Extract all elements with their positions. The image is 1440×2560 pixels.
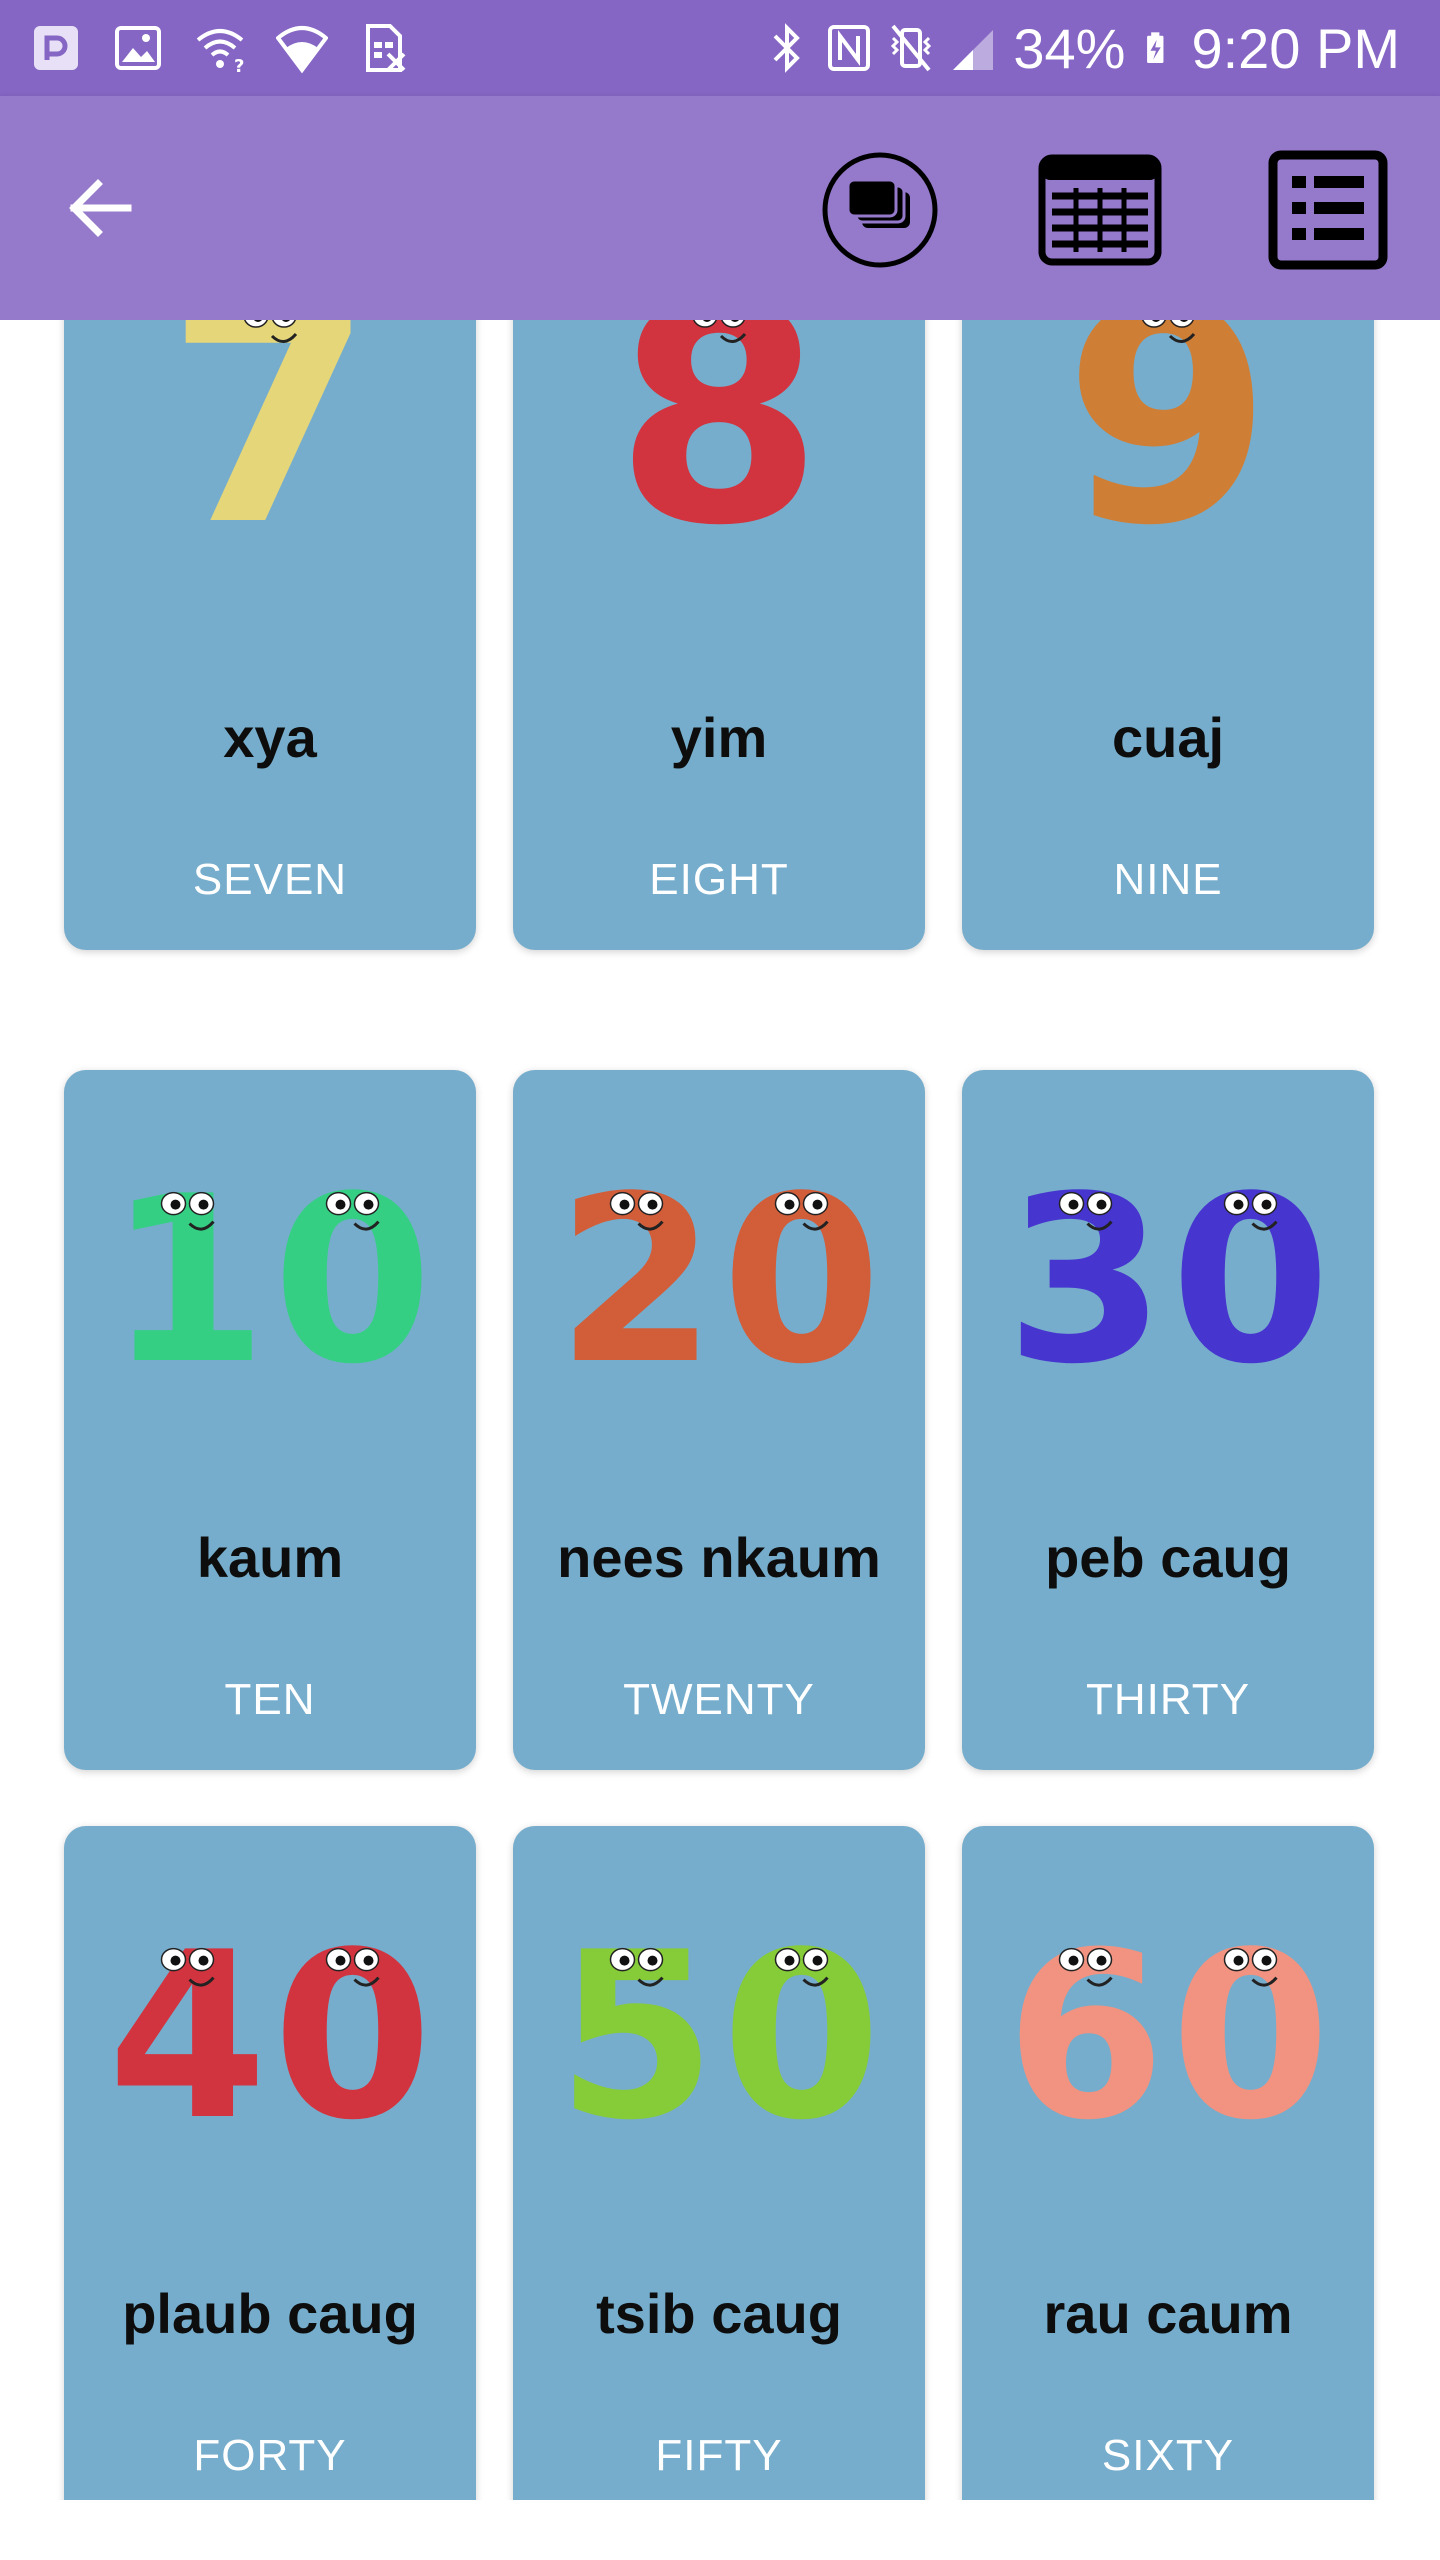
- number-illustration: 20: [556, 1148, 881, 1410]
- clock: 9:20 PM: [1191, 16, 1400, 80]
- english-word: NINE: [1113, 855, 1223, 904]
- english-word: EIGHT: [649, 855, 789, 904]
- battery-percentage: 34%: [1013, 16, 1126, 80]
- numeral-digit: 5: [556, 1904, 716, 2166]
- hmong-word: yim: [670, 706, 768, 769]
- numeral-digit: 3: [1005, 1148, 1165, 1410]
- number-illustration: 30: [1005, 1148, 1330, 1410]
- numeral-digit: 9: [1064, 320, 1273, 590]
- number-illustration: 9: [1064, 320, 1273, 590]
- number-card[interactable]: 9 cuaj NINE: [962, 320, 1374, 950]
- numeral-digit: 0: [272, 1904, 432, 2166]
- vibrate-mute-icon: [891, 24, 932, 72]
- english-word: TWENTY: [623, 1675, 815, 1724]
- battery-charging-icon: [1147, 32, 1164, 63]
- english-word: TEN: [224, 1675, 316, 1724]
- hmong-word: xya: [223, 706, 317, 769]
- hmong-word: nees nkaum: [557, 1526, 881, 1589]
- number-card[interactable]: 4 0 plaub caug FORTY: [64, 1826, 476, 2500]
- number-card[interactable]: 5 0 tsib caug FIFTY: [513, 1826, 925, 2500]
- grid-table-icon: [1038, 154, 1162, 266]
- numeral-digit: 0: [1170, 1148, 1330, 1410]
- hmong-word: tsib caug: [596, 2282, 842, 2345]
- english-word: FIFTY: [655, 2431, 783, 2480]
- back-arrow-icon: [69, 179, 132, 237]
- numeral-digit: 0: [721, 1904, 881, 2166]
- svg-text:?: ?: [234, 56, 244, 74]
- list-icon: [1268, 150, 1388, 270]
- hmong-word: plaub caug: [122, 2282, 418, 2345]
- bluetooth-icon: [773, 23, 801, 73]
- numeral-digit: 0: [272, 1148, 432, 1410]
- back-button[interactable]: [48, 156, 152, 260]
- notification-app-icon: [34, 26, 78, 70]
- numeral-digit: 7: [166, 320, 375, 590]
- numeral-digit: 6: [1005, 1904, 1165, 2166]
- english-word: SEVEN: [192, 855, 348, 904]
- hmong-word: peb caug: [1045, 1526, 1291, 1589]
- app-bar: [0, 96, 1440, 320]
- numeral-digit: 0: [1170, 1904, 1330, 2166]
- nfc-icon: [828, 25, 871, 71]
- number-card[interactable]: 2 0 nees nkaum TWENTY: [513, 1070, 925, 1770]
- number-illustration: 40: [107, 1904, 432, 2166]
- numeral-digit: 1: [107, 1148, 267, 1410]
- number-card[interactable]: 6 0 rau caum SIXTY: [962, 1826, 1374, 2500]
- numeral-digit: 0: [721, 1148, 881, 1410]
- cards-grid: 7 xya SEVEN 8 yim EIGHT 9 cuaj NINE 1 0 kaum TEN 2 0 ne…: [0, 320, 1440, 2500]
- hmong-word: cuaj: [1111, 706, 1225, 769]
- hmong-word: kaum: [196, 1526, 344, 1589]
- numeral-digit: 2: [556, 1148, 716, 1410]
- number-illustration: 7: [166, 320, 375, 590]
- english-word: FORTY: [193, 2431, 347, 2480]
- status-right-icons: 34% 9:20 PM: [765, 10, 1400, 86]
- english-word: SIXTY: [1101, 2431, 1235, 2480]
- hmong-word: rau caum: [1043, 2282, 1293, 2345]
- english-word: THIRTY: [1085, 1675, 1251, 1724]
- number-card[interactable]: 3 0 peb caug THIRTY: [962, 1070, 1374, 1770]
- grid-view-button[interactable]: [1038, 148, 1162, 272]
- number-illustration: 8: [615, 320, 824, 590]
- sim-off-icon: [366, 24, 406, 72]
- number-card[interactable]: 1 0 kaum TEN: [64, 1070, 476, 1770]
- numeral-digit: 8: [615, 320, 824, 590]
- number-card[interactable]: 8 yim EIGHT: [513, 320, 925, 950]
- cards-stack-icon: [822, 152, 938, 268]
- number-card[interactable]: 7 xya SEVEN: [64, 320, 476, 950]
- flashcards-view-button[interactable]: [818, 148, 942, 272]
- signal-icon: [953, 30, 994, 70]
- status-left-icons: ?: [30, 22, 410, 74]
- number-illustration: 50: [556, 1904, 881, 2166]
- wifi-question-icon: ?: [196, 29, 244, 74]
- numeral-digit: 4: [107, 1904, 267, 2166]
- number-illustration: 60: [1005, 1904, 1330, 2166]
- image-icon: [115, 26, 161, 70]
- status-bar: ? 34% 9:20 PM: [0, 0, 1440, 96]
- wifi-icon: [276, 26, 328, 74]
- list-view-button[interactable]: [1266, 148, 1390, 272]
- number-illustration: 10: [107, 1148, 432, 1410]
